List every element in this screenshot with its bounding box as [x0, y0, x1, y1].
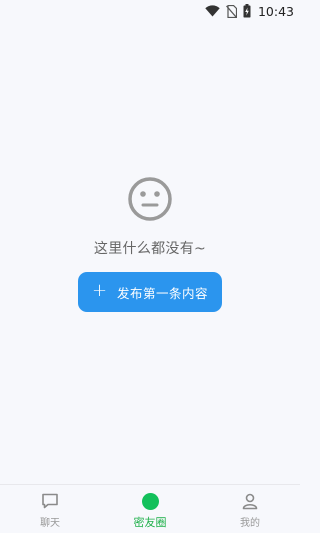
tab-chat-label: 聊天	[40, 518, 60, 529]
empty-state: 这里什么都没有~	[0, 176, 300, 258]
user-icon	[241, 492, 259, 510]
battery-charging-icon	[243, 4, 251, 18]
tab-moments-label: 密友圈	[133, 516, 167, 529]
tab-chat[interactable]: 聊天	[0, 485, 100, 533]
publish-first-post-button[interactable]: + 发布第一条内容	[78, 272, 222, 312]
green-dot-icon	[141, 492, 159, 510]
bottom-nav: 聊天 密友圈 我的	[0, 484, 300, 533]
empty-message: 这里什么都没有~	[93, 241, 207, 257]
neutral-face-icon	[128, 177, 172, 221]
tab-me[interactable]: 我的	[200, 485, 300, 533]
status-bar: 10:43	[0, 0, 300, 22]
no-sim-icon	[225, 4, 237, 18]
plus-icon: +	[91, 280, 108, 301]
wifi-icon	[205, 5, 220, 17]
publish-button-label: 发布第一条内容	[117, 285, 209, 301]
chat-icon	[41, 492, 59, 510]
status-time: 10:43	[257, 3, 294, 19]
tab-moments[interactable]: 密友圈	[100, 485, 200, 533]
tab-me-label: 我的	[240, 518, 260, 529]
